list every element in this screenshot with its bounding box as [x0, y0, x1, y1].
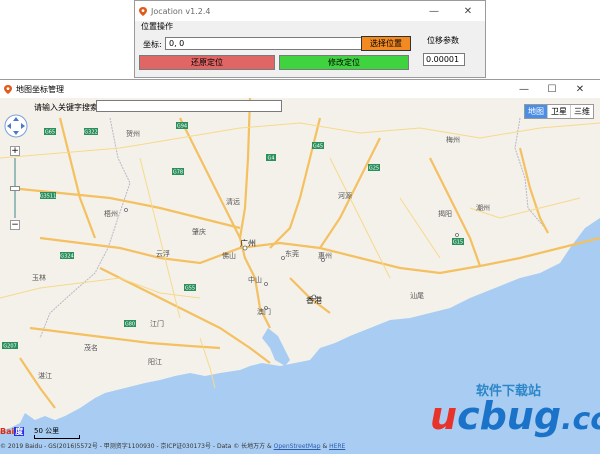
maximize-icon[interactable]: ☐	[538, 84, 566, 95]
minimize-icon[interactable]: —	[417, 6, 451, 17]
svg-text:广州: 广州	[240, 238, 256, 248]
svg-text:G324: G324	[60, 254, 73, 260]
svg-text:香港: 香港	[306, 295, 322, 305]
map-window-title: 地图坐标管理	[16, 84, 64, 94]
footer-amp: &	[322, 443, 328, 450]
minimize-icon[interactable]: —	[510, 84, 538, 95]
offset-label: 位移参数	[427, 36, 459, 45]
svg-text:湛江: 湛江	[38, 372, 52, 380]
svg-text:中山: 中山	[248, 275, 262, 284]
map-type-3d[interactable]: 三维	[570, 105, 593, 118]
pick-location-button[interactable]: 选择位置	[361, 36, 411, 51]
watermark: 软件下载站 ucbug.cc	[430, 380, 600, 440]
svg-text:G80: G80	[125, 322, 135, 328]
svg-text:江门: 江门	[150, 319, 164, 328]
jocation-window: Jocation v1.2.4 — ✕ 位置操作 坐标: 0, 0 选择位置 还…	[134, 0, 486, 78]
pan-control-icon[interactable]	[4, 114, 28, 138]
coord-label: 坐标:	[143, 40, 162, 49]
svg-text:G78: G78	[173, 170, 183, 176]
svg-text:云浮: 云浮	[156, 249, 170, 258]
zoom-slider-thumb[interactable]	[10, 186, 20, 191]
svg-text:G322: G322	[84, 130, 97, 136]
svg-text:梧州: 梧州	[104, 209, 118, 218]
svg-text:G3511: G3511	[40, 194, 57, 200]
window-controls: — ✕	[417, 1, 485, 21]
map-type-satellite[interactable]: 卫星	[547, 105, 570, 118]
svg-text:G4: G4	[267, 156, 274, 162]
map-window-controls: — ☐ ✕	[510, 80, 594, 98]
zoom-control: + −	[10, 146, 20, 230]
svg-text:G15: G15	[453, 240, 463, 246]
scale-bar	[34, 435, 80, 439]
svg-text:阳江: 阳江	[148, 357, 162, 366]
here-link[interactable]: HERE	[329, 443, 345, 450]
svg-text:揭阳: 揭阳	[438, 209, 452, 218]
svg-text:茂名: 茂名	[84, 343, 98, 352]
svg-text:清远: 清远	[226, 197, 240, 206]
zoom-in-button[interactable]: +	[10, 146, 20, 156]
svg-text:G207: G207	[3, 344, 16, 350]
search-input[interactable]	[96, 100, 282, 112]
location-pin-icon	[139, 6, 147, 16]
svg-text:潮州: 潮州	[476, 203, 490, 212]
close-icon[interactable]: ✕	[451, 6, 485, 17]
location-pin-icon	[4, 84, 12, 94]
svg-text:贺州: 贺州	[126, 129, 140, 138]
window-title: Jocation v1.2.4	[151, 6, 211, 16]
watermark-logo: ucbug.cc	[430, 394, 600, 438]
svg-text:汕尾: 汕尾	[410, 291, 424, 300]
svg-text:河源: 河源	[338, 191, 352, 200]
modify-location-button[interactable]: 修改定位	[279, 55, 409, 70]
group-label: 位置操作	[141, 22, 173, 31]
map-footer: © 2019 Baidu - GS(2016)5572号 - 甲测资字11009…	[0, 441, 345, 450]
baidu-logo: Bai度	[0, 427, 25, 436]
svg-text:惠州: 惠州	[318, 251, 332, 260]
svg-text:G25: G25	[369, 166, 379, 172]
svg-text:G45: G45	[313, 144, 323, 150]
coord-input[interactable]: 0, 0	[165, 37, 387, 50]
zoom-out-button[interactable]: −	[10, 220, 20, 230]
map-window: G322 G65 G78 G4 G45 G25 G15 G324 G55 G35…	[0, 79, 600, 454]
osm-link[interactable]: OpenStreetMap	[274, 443, 321, 450]
close-icon[interactable]: ✕	[566, 84, 594, 95]
svg-text:G94: G94	[177, 124, 187, 130]
svg-text:G65: G65	[45, 130, 55, 136]
copyright-text: © 2019 Baidu - GS(2016)5572号 - 甲测资字11009…	[0, 443, 272, 450]
svg-text:梅州: 梅州	[446, 135, 460, 144]
svg-text:肇庆: 肇庆	[192, 227, 206, 236]
restore-location-button[interactable]: 还原定位	[139, 55, 275, 70]
svg-text:佛山: 佛山	[222, 251, 236, 260]
search-label: 请输入关键字搜索	[34, 103, 98, 112]
svg-text:G55: G55	[185, 286, 195, 292]
map-type-map[interactable]: 地图	[525, 105, 547, 118]
offset-input[interactable]: 0.00001	[423, 53, 465, 66]
svg-text:澳门: 澳门	[257, 307, 271, 316]
svg-text:东莞: 东莞	[285, 249, 299, 258]
map-type-switcher: 地图 卫星 三维	[524, 104, 594, 119]
svg-text:玉林: 玉林	[32, 273, 46, 282]
